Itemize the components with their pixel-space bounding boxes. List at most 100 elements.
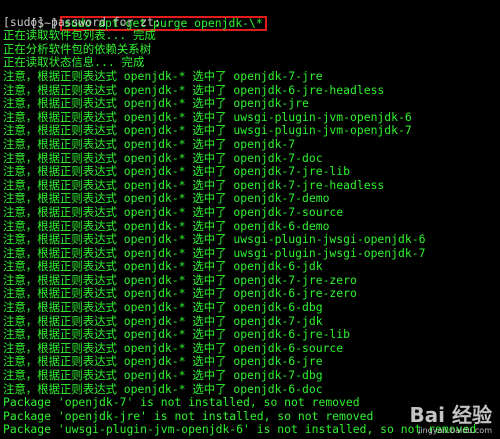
regex-notice-line: 注意，根据正则表达式 openjdk-* 选中了 openjdk-6-jdk xyxy=(3,259,500,274)
regex-notice-line: 注意，根据正则表达式 openjdk-* 选中了 openjdk-jre xyxy=(3,96,500,111)
notice-verb: 选中了 xyxy=(192,136,227,151)
regex-notice-line: 注意，根据正则表达式 openjdk-* 选中了 openjdk-7-jdk xyxy=(3,313,500,329)
notice-verb: 选中了 xyxy=(192,327,227,342)
regex-notice-line: 注意，根据正则表达式 openjdk-* 选中了 uwsgi-plugin-jw… xyxy=(3,245,500,261)
notice-prefix: 注意，根据正则表达式 xyxy=(3,327,117,342)
notice-pattern: openjdk-* xyxy=(123,327,186,342)
notice-verb: 选中了 xyxy=(192,232,227,247)
notice-pattern: openjdk-* xyxy=(123,204,186,219)
notice-pattern: openjdk-* xyxy=(123,259,186,274)
notice-pattern: openjdk-* xyxy=(123,82,186,97)
notice-pattern: openjdk-* xyxy=(123,381,186,396)
selected-package-name: openjdk-6-demo xyxy=(233,218,330,233)
notice-prefix: 注意，根据正则表达式 xyxy=(3,286,117,301)
selected-package-name: openjdk-6-jre-lib xyxy=(233,327,351,342)
notice-prefix: 注意，根据正则表达式 xyxy=(3,218,117,233)
status-line: 正在读取状态信息... 完成 xyxy=(3,55,145,70)
notice-pattern: openjdk-* xyxy=(123,218,186,233)
status-line: 正在分析软件包的依赖关系树 xyxy=(3,41,152,56)
notice-verb: 选中了 xyxy=(192,272,227,287)
notice-prefix: 注意，根据正则表达式 xyxy=(3,300,117,315)
notice-pattern: openjdk-* xyxy=(123,177,186,192)
notice-prefix: 注意，根据正则表达式 xyxy=(3,204,117,219)
notice-prefix: 注意，根据正则表达式 xyxy=(3,123,117,138)
selected-package-name: openjdk-6-jdk xyxy=(233,259,323,274)
command-line: [$~] sudo apt-get purge openjdk-\* xyxy=(3,2,500,31)
notice-verb: 选中了 xyxy=(192,164,227,179)
notice-verb: 选中了 xyxy=(192,368,227,383)
notice-verb: 选中了 xyxy=(192,259,227,274)
notice-prefix: 注意，根据正则表达式 xyxy=(3,259,117,274)
notice-verb: 选中了 xyxy=(192,82,227,97)
notice-verb: 选中了 xyxy=(192,150,227,165)
selected-package-name: openjdk-7-jre-headless xyxy=(233,177,385,192)
selected-package-name: openjdk-6-jre-zero xyxy=(233,286,357,301)
notice-verb: 选中了 xyxy=(192,204,227,219)
selected-package-name: openjdk-6-source xyxy=(233,340,344,355)
notice-verb: 选中了 xyxy=(192,123,227,138)
notice-prefix: 注意，根据正则表达式 xyxy=(3,82,117,97)
notice-verb: 选中了 xyxy=(192,245,227,260)
notice-pattern: openjdk-* xyxy=(123,109,186,124)
notice-pattern: openjdk-* xyxy=(123,164,186,179)
notice-prefix: 注意，根据正则表达式 xyxy=(3,381,117,396)
notice-prefix: 注意，根据正则表达式 xyxy=(3,245,117,260)
notice-prefix: 注意，根据正则表达式 xyxy=(3,164,117,179)
notice-pattern: openjdk-* xyxy=(123,136,186,151)
notice-prefix: 注意，根据正则表达式 xyxy=(3,232,117,247)
regex-notice-line: 注意，根据正则表达式 openjdk-* 选中了 openjdk-6-doc xyxy=(3,381,500,397)
regex-notice-line: 注意，根据正则表达式 openjdk-* 选中了 openjdk-7-sourc… xyxy=(3,204,500,220)
notice-prefix: 注意，根据正则表达式 xyxy=(3,191,117,206)
notice-pattern: openjdk-* xyxy=(123,340,186,355)
regex-notice-line: 注意，根据正则表达式 openjdk-* 选中了 openjdk-7-jre-h… xyxy=(3,177,500,193)
notice-verb: 选中了 xyxy=(192,191,227,206)
notice-prefix: 注意，根据正则表达式 xyxy=(3,177,117,192)
notice-pattern: openjdk-* xyxy=(123,286,186,301)
selected-package-name: openjdk-7-source xyxy=(233,204,344,219)
notice-prefix: 注意，根据正则表达式 xyxy=(3,150,117,165)
selected-package-name: openjdk-7-doc xyxy=(233,150,323,165)
selected-package-name: uwsgi-plugin-jvm-openjdk-6 xyxy=(233,109,412,124)
watermark-brand: Bai 经验 xyxy=(409,403,492,427)
notice-pattern: openjdk-* xyxy=(123,368,186,383)
selected-package-name: uwsgi-plugin-jwsgi-openjdk-7 xyxy=(233,245,426,260)
regex-notice-line: 注意，根据正则表达式 openjdk-* 选中了 openjdk-6-jre xyxy=(3,355,500,369)
notice-prefix: 注意，根据正则表达式 xyxy=(3,68,117,83)
selected-package-name: openjdk-6-jre-headless xyxy=(233,82,385,97)
regex-notice-line: 注意，根据正则表达式 openjdk-* 选中了 openjdk-7-demo xyxy=(3,192,500,206)
regex-notice-line: 注意，根据正则表达式 openjdk-* 选中了 uwsgi-plugin-jw… xyxy=(3,232,500,247)
regex-notice-line: 注意，根据正则表达式 openjdk-* 选中了 openjdk-7-dbg xyxy=(3,368,500,383)
notice-verb: 选中了 xyxy=(192,177,227,192)
notice-pattern: openjdk-* xyxy=(123,191,186,206)
notice-prefix: 注意，根据正则表达式 xyxy=(3,136,117,151)
regex-notice-line: 注意，根据正则表达式 openjdk-* 选中了 openjdk-7-jre-l… xyxy=(3,164,500,179)
selected-package-name: openjdk-7-jre-lib xyxy=(233,164,351,179)
baidu-jingyan-watermark: Bai 经验 jingyan.baidu.com xyxy=(409,399,492,435)
regex-notice-line: 注意，根据正则表达式 openjdk-* 选中了 openjdk-6-jre-z… xyxy=(3,287,500,301)
notice-prefix: 注意，根据正则表达式 xyxy=(3,354,117,369)
regex-notice-line: 注意，根据正则表达式 openjdk-* 选中了 openjdk-7-jre xyxy=(3,68,500,84)
selected-package-name: openjdk-7-demo xyxy=(233,191,330,206)
regex-notice-line: 注意，根据正则表达式 openjdk-* 选中了 openjdk-6-jre-h… xyxy=(3,82,500,98)
notice-verb: 选中了 xyxy=(192,381,227,396)
regex-notice-line: 注意，根据正则表达式 openjdk-* 选中了 openjdk-6-dbg xyxy=(3,300,500,315)
notice-pattern: openjdk-* xyxy=(123,96,186,111)
notice-prefix: 注意，根据正则表达式 xyxy=(3,313,117,328)
notice-prefix: 注意，根据正则表达式 xyxy=(3,272,117,287)
regex-notice-line: 注意，根据正则表达式 openjdk-* 选中了 uwsgi-plugin-jv… xyxy=(3,124,500,138)
notice-pattern: openjdk-* xyxy=(123,354,186,369)
selected-package-name: openjdk-7-jre xyxy=(233,68,323,83)
notice-verb: 选中了 xyxy=(192,313,227,328)
regex-notice-line: 注意，根据正则表达式 openjdk-* 选中了 openjdk-6-jre-l… xyxy=(3,327,500,342)
status-line: 正在读取软件包列表... 完成 xyxy=(3,28,156,43)
selected-package-name: openjdk-6-doc xyxy=(233,381,323,396)
selected-package-name: openjdk-7-jdk xyxy=(233,313,323,328)
regex-notice-line: 注意，根据正则表达式 openjdk-* 选中了 openjdk-6-demo xyxy=(3,218,500,234)
terminal-window[interactable]: [$~] sudo apt-get purge openjdk-\* [sudo]… xyxy=(0,0,500,439)
notice-lines: 注意，根据正则表达式 openjdk-* 选中了 openjdk-7-jre 注意… xyxy=(3,68,500,397)
notice-verb: 选中了 xyxy=(192,354,227,369)
notice-pattern: openjdk-* xyxy=(123,123,186,138)
regex-notice-line: 注意，根据正则表达式 openjdk-* 选中了 uwsgi-plugin-jv… xyxy=(3,109,500,125)
regex-notice-line: 注意，根据正则表达式 openjdk-* 选中了 openjdk-7-doc xyxy=(3,150,500,166)
notice-pattern: openjdk-* xyxy=(123,300,186,315)
